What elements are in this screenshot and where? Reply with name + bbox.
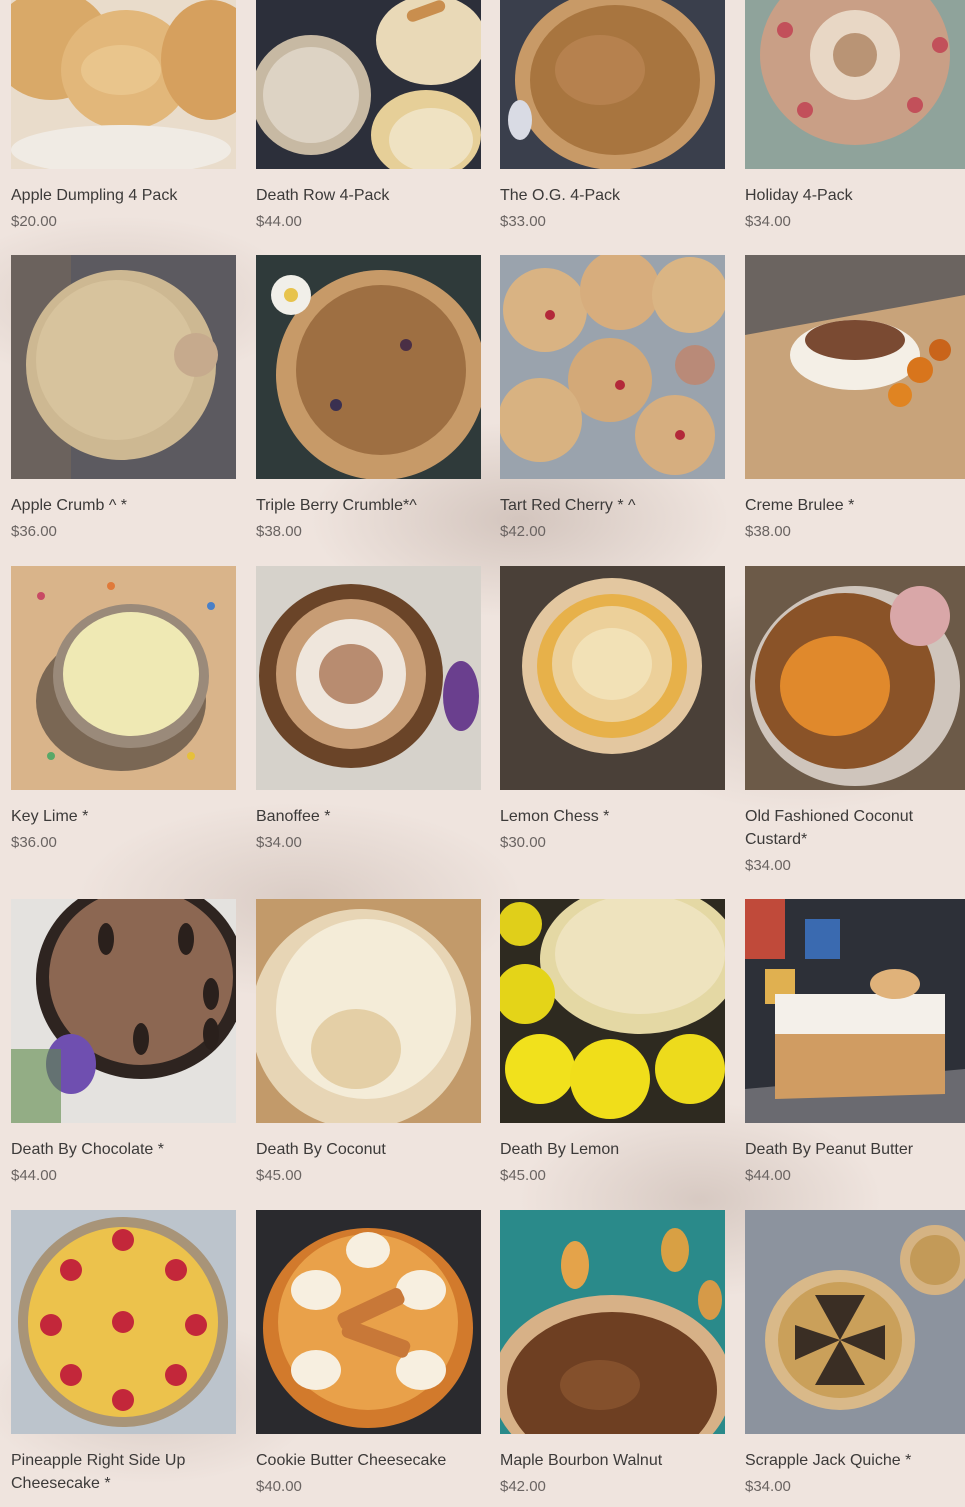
product-card[interactable]: Banoffee * $34.00 (256, 566, 481, 853)
product-price: $36.00 (11, 834, 57, 851)
product-price: $36.00 (11, 523, 57, 540)
apple-dumpling-image[interactable] (11, 0, 236, 169)
product-price: $34.00 (256, 834, 302, 851)
product-title[interactable]: Apple Dumpling 4 Pack (11, 184, 236, 207)
product-price: $42.00 (500, 523, 546, 540)
product-title[interactable]: Banoffee * (256, 805, 481, 828)
holiday-pack-image[interactable] (745, 0, 965, 169)
product-price: $34.00 (745, 857, 791, 874)
product-price: $30.00 (500, 834, 546, 851)
product-price: $33.00 (500, 213, 546, 230)
product-price: $42.00 (500, 1478, 546, 1495)
product-card[interactable]: Tart Red Cherry * ^ $42.00 (500, 255, 725, 542)
death-lemon-image[interactable] (500, 899, 725, 1123)
product-card[interactable]: Old Fashioned Coconut Custard* $34.00 (745, 566, 965, 876)
product-card[interactable]: Creme Brulee * $38.00 (745, 255, 965, 542)
creme-brulee-image[interactable] (745, 255, 965, 479)
coconut-custard-image[interactable] (745, 566, 965, 790)
product-card[interactable]: Death By Coconut $45.00 (256, 899, 481, 1186)
product-card[interactable]: Maple Bourbon Walnut $42.00 (500, 1210, 725, 1497)
product-title[interactable]: Apple Crumb ^ * (11, 494, 236, 517)
product-card[interactable]: Scrapple Jack Quiche * $34.00 (745, 1210, 965, 1497)
death-chocolate-image[interactable] (11, 899, 236, 1123)
product-title[interactable]: Creme Brulee * (745, 494, 965, 517)
product-card[interactable]: Holiday 4-Pack $34.00 (745, 0, 965, 232)
death-coconut-image[interactable] (256, 899, 481, 1123)
product-title[interactable]: Holiday 4-Pack (745, 184, 965, 207)
product-title[interactable]: Death By Peanut Butter (745, 1138, 965, 1161)
product-title[interactable]: Cookie Butter Cheesecake (256, 1449, 481, 1472)
product-card[interactable]: Death By Chocolate * $44.00 (11, 899, 236, 1186)
product-price: $44.00 (745, 1167, 791, 1184)
product-card[interactable]: Death By Lemon $45.00 (500, 899, 725, 1186)
product-price: $40.00 (256, 1478, 302, 1495)
product-title[interactable]: The O.G. 4-Pack (500, 184, 725, 207)
product-title[interactable]: Death By Chocolate * (11, 1138, 236, 1161)
product-price: $44.00 (11, 1167, 57, 1184)
product-title[interactable]: Key Lime * (11, 805, 236, 828)
product-card[interactable]: Triple Berry Crumble*^ $38.00 (256, 255, 481, 542)
death-peanut-butter-image[interactable] (745, 899, 965, 1123)
key-lime-image[interactable] (11, 566, 236, 790)
product-title[interactable]: Death Row 4-Pack (256, 184, 481, 207)
product-card[interactable]: Apple Crumb ^ * $36.00 (11, 255, 236, 542)
product-price: $38.00 (745, 523, 791, 540)
product-card[interactable]: Apple Dumpling 4 Pack $20.00 (11, 0, 236, 232)
product-card[interactable]: Cookie Butter Cheesecake $40.00 (256, 1210, 481, 1497)
lemon-chess-image[interactable] (500, 566, 725, 790)
product-price: $44.00 (256, 213, 302, 230)
product-title[interactable]: Scrapple Jack Quiche * (745, 1449, 965, 1472)
product-title[interactable]: Death By Lemon (500, 1138, 725, 1161)
product-card[interactable]: Death By Peanut Butter $44.00 (745, 899, 965, 1186)
product-title[interactable]: Pineapple Right Side Up Cheesecake * (11, 1449, 236, 1495)
banoffee-image[interactable] (256, 566, 481, 790)
product-price: $34.00 (745, 213, 791, 230)
product-card[interactable]: The O.G. 4-Pack $33.00 (500, 0, 725, 232)
triple-berry-image[interactable] (256, 255, 481, 479)
product-title[interactable]: Old Fashioned Coconut Custard* (745, 805, 965, 851)
product-title[interactable]: Tart Red Cherry * ^ (500, 494, 725, 517)
product-price: $45.00 (500, 1167, 546, 1184)
product-price: $38.00 (256, 523, 302, 540)
apple-crumb-image[interactable] (11, 255, 236, 479)
product-card[interactable]: Lemon Chess * $30.00 (500, 566, 725, 853)
product-title[interactable]: Maple Bourbon Walnut (500, 1449, 725, 1472)
pineapple-cheesecake-image[interactable] (11, 1210, 236, 1434)
og-pack-image[interactable] (500, 0, 725, 169)
product-card[interactable]: Pineapple Right Side Up Cheesecake * (11, 1210, 236, 1500)
scrapple-quiche-image[interactable] (745, 1210, 965, 1434)
product-price: $34.00 (745, 1478, 791, 1495)
product-card[interactable]: Death Row 4-Pack $44.00 (256, 0, 481, 232)
product-card[interactable]: Key Lime * $36.00 (11, 566, 236, 853)
product-title[interactable]: Death By Coconut (256, 1138, 481, 1161)
tart-cherry-image[interactable] (500, 255, 725, 479)
maple-bourbon-image[interactable] (500, 1210, 725, 1434)
product-price: $20.00 (11, 213, 57, 230)
product-title[interactable]: Lemon Chess * (500, 805, 725, 828)
product-price: $45.00 (256, 1167, 302, 1184)
cookie-butter-image[interactable] (256, 1210, 481, 1434)
product-title[interactable]: Triple Berry Crumble*^ (256, 494, 481, 517)
death-row-pack-image[interactable] (256, 0, 481, 169)
